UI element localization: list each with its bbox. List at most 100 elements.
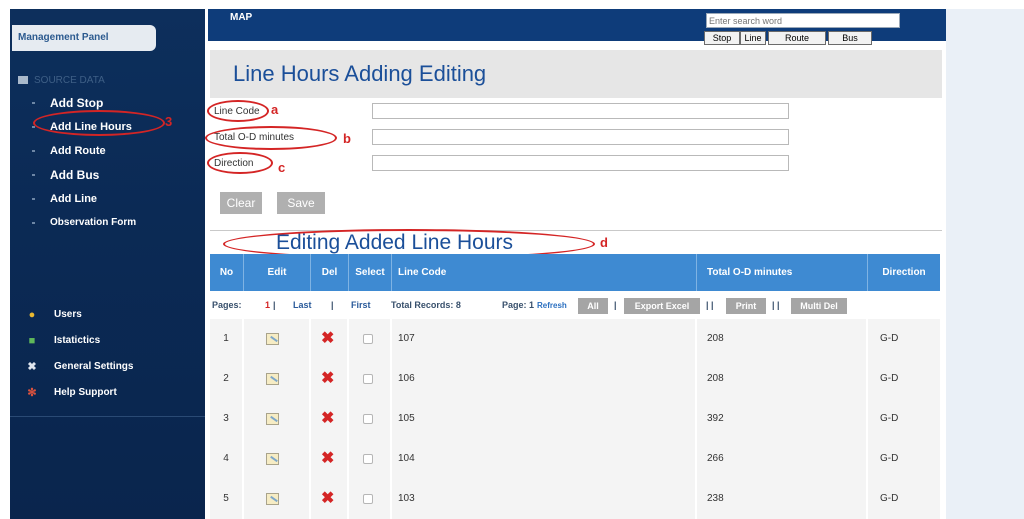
cell-no: 3	[210, 399, 244, 439]
annotation-oval-total-minutes	[205, 126, 337, 150]
folder-icon	[18, 76, 28, 84]
pagination-bar: Pages: 1 | Last | First Total Records: 8…	[210, 295, 940, 317]
all-button[interactable]: All	[578, 298, 608, 314]
cell-line-code: 106	[392, 359, 697, 399]
column-header-total-minutes: Total O-D minutes	[697, 254, 868, 291]
sidebar-item-help-support[interactable]: ✼ Help Support	[10, 380, 205, 406]
total-minutes-field[interactable]	[372, 129, 789, 145]
cell-no: 5	[210, 479, 244, 519]
cell-total-minutes: 208	[697, 319, 868, 359]
cell-select	[349, 399, 392, 439]
row-select-checkbox[interactable]	[363, 454, 373, 464]
cell-direction: G-D	[868, 399, 940, 439]
cell-total-minutes: 238	[697, 479, 868, 519]
delete-icon[interactable]: ✖	[321, 399, 334, 439]
sidebar-item-label: Add Bus	[50, 168, 100, 182]
page-1-link[interactable]: 1	[265, 300, 270, 310]
cell-select	[349, 479, 392, 519]
row-select-checkbox[interactable]	[363, 494, 373, 504]
sidebar-item-users[interactable]: ● Users	[10, 302, 205, 328]
map-link[interactable]: MAP	[230, 12, 252, 23]
edit-icon[interactable]	[266, 493, 279, 505]
bullet-icon	[32, 174, 35, 176]
sidebar-item-add-line[interactable]: Add Line	[10, 187, 205, 211]
bullet-icon	[32, 102, 35, 104]
table-row: 4 ✖ 104 266 G-D	[210, 439, 940, 479]
row-select-checkbox[interactable]	[363, 334, 373, 344]
sidebar-item-add-route[interactable]: Add Route	[10, 139, 205, 163]
cell-del: ✖	[311, 479, 349, 519]
cell-del: ✖	[311, 399, 349, 439]
sidebar-item-label: Users	[54, 309, 82, 320]
sidebar-item-label: Add Stop	[50, 96, 104, 110]
source-data-heading: SOURCE DATA	[18, 75, 105, 86]
print-button[interactable]: Print	[726, 298, 766, 314]
column-header-line-code: Line Code	[392, 254, 697, 291]
line-code-field[interactable]	[372, 103, 789, 119]
search-input[interactable]	[706, 13, 900, 28]
edit-icon[interactable]	[266, 453, 279, 465]
last-page-link[interactable]: Last	[293, 300, 312, 310]
table-header: No Edit Del Select Line Code Total O-D m…	[210, 254, 940, 291]
annotation-mark-3: 3	[165, 114, 173, 129]
edit-icon[interactable]	[266, 333, 279, 345]
direction-field[interactable]	[372, 155, 789, 171]
cell-line-code: 105	[392, 399, 697, 439]
row-select-checkbox[interactable]	[363, 374, 373, 384]
edit-icon[interactable]	[266, 413, 279, 425]
clear-button[interactable]: Clear	[220, 192, 262, 214]
cell-direction: G-D	[868, 319, 940, 359]
bullet-icon	[32, 222, 35, 224]
refresh-link[interactable]: Refresh	[537, 301, 567, 310]
cell-direction: G-D	[868, 479, 940, 519]
top-bar: MAP Stop Line Route Bus	[208, 9, 946, 45]
bullet-icon	[32, 198, 35, 200]
tools-icon: ✖	[27, 361, 37, 373]
cell-select	[349, 319, 392, 359]
delete-icon[interactable]: ✖	[321, 479, 334, 519]
source-data-label: SOURCE DATA	[34, 75, 105, 86]
sidebar-item-label: General Settings	[54, 361, 134, 372]
row-select-checkbox[interactable]	[363, 414, 373, 424]
filter-stop-button[interactable]: Stop	[704, 31, 740, 45]
cell-edit	[244, 319, 311, 359]
sidebar-item-label: Add Line	[50, 193, 98, 205]
page-title: Line Hours Adding Editing	[233, 61, 487, 86]
filter-route-button[interactable]: Route	[768, 31, 826, 45]
pager-separator: |	[331, 300, 334, 310]
cell-direction: G-D	[868, 359, 940, 399]
column-header-del: Del	[311, 254, 349, 291]
annotation-oval-add-line-hours	[33, 110, 165, 136]
edit-icon[interactable]	[266, 373, 279, 385]
cell-total-minutes: 266	[697, 439, 868, 479]
sidebar: Management Panel SOURCE DATA Add Stop Ad…	[10, 9, 205, 519]
delete-icon[interactable]: ✖	[321, 319, 334, 359]
pager-separator: | |	[706, 300, 714, 310]
sidebar-item-add-bus[interactable]: Add Bus	[10, 163, 205, 187]
sidebar-item-label: Add Route	[50, 145, 106, 157]
column-header-direction: Direction	[882, 267, 926, 278]
filter-line-button[interactable]: Line	[740, 31, 766, 45]
sidebar-item-statistics[interactable]: ■ Istatictics	[10, 328, 205, 354]
sidebar-divider	[10, 416, 205, 417]
cell-no: 4	[210, 439, 244, 479]
save-button[interactable]: Save	[277, 192, 325, 214]
export-excel-button[interactable]: Export Excel	[624, 298, 700, 314]
management-panel-tab[interactable]: Management Panel	[12, 25, 156, 51]
current-page-info: Page: 1	[502, 300, 535, 310]
filter-bus-button[interactable]: Bus	[828, 31, 872, 45]
cell-del: ✖	[311, 319, 349, 359]
multi-del-button[interactable]: Multi Del	[791, 298, 847, 314]
delete-icon[interactable]: ✖	[321, 439, 334, 479]
annotation-oval-line-code	[207, 100, 269, 122]
right-gutter	[946, 9, 1024, 519]
annotation-mark-a: a	[271, 102, 279, 117]
first-page-link[interactable]: First	[351, 300, 371, 310]
delete-icon[interactable]: ✖	[321, 359, 334, 399]
cell-del: ✖	[311, 439, 349, 479]
cell-select	[349, 359, 392, 399]
sidebar-item-observation-form[interactable]: Observation Form	[10, 211, 205, 235]
table-row: 1 ✖ 107 208 G-D	[210, 319, 940, 359]
sidebar-item-general-settings[interactable]: ✖ General Settings	[10, 354, 205, 380]
cell-total-minutes: 208	[697, 359, 868, 399]
